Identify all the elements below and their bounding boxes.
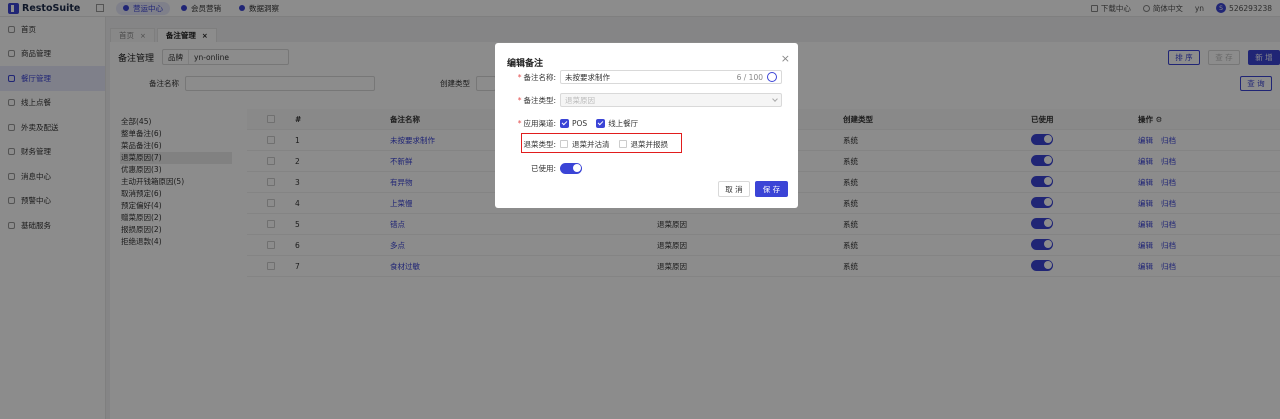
checkbox-empty-icon [618, 140, 627, 148]
checkbox-checked-icon [560, 118, 569, 128]
remark-type-select[interactable]: 退菜原因 [560, 93, 782, 107]
dialog-title: 编辑备注 [507, 59, 544, 69]
checkbox-checked-icon [596, 118, 606, 128]
refund-waste-label: 退菜并报损 [630, 139, 669, 149]
used-field-label: 已使用: [530, 163, 556, 173]
refund-soldout-label: 退菜并沽清 [572, 139, 610, 149]
close-icon[interactable]: × [781, 52, 790, 65]
chevron-down-icon [772, 96, 778, 102]
channel-online-label: 线上餐厅 [608, 118, 639, 128]
char-count: 6 / 100 [736, 72, 763, 82]
name-field-label: * 备注名称: [517, 72, 556, 82]
checkbox-empty-icon [560, 140, 568, 148]
channel-pos-label: POS [572, 118, 588, 128]
type-field-label: * 备注类型: [517, 95, 556, 105]
channel-field-label: * 应用渠道: [517, 118, 556, 128]
save-button[interactable]: 保 存 [755, 181, 788, 197]
used-toggle[interactable] [560, 162, 582, 174]
translate-icon[interactable] [767, 72, 777, 82]
refund-waste-checkbox[interactable]: 退菜并报损 [618, 139, 669, 150]
remark-name-input[interactable]: 未按要求制作 6 / 100 [560, 70, 782, 84]
cancel-button[interactable]: 取 消 [718, 181, 750, 197]
channel-pos-checkbox[interactable]: POS [560, 118, 588, 128]
edit-remark-dialog: 编辑备注 × * 备注名称: 未按要求制作 6 / 100 * 备注类型: 退菜原因… [495, 43, 798, 208]
refund-type-label: 退菜类型: [523, 139, 556, 149]
remark-name-value: 未按要求制作 [565, 72, 610, 82]
remark-type-value: 退菜原因 [565, 95, 595, 105]
refund-soldout-checkbox[interactable]: 退菜并沽清 [560, 139, 610, 150]
channel-online-checkbox[interactable]: 线上餐厅 [596, 118, 638, 129]
